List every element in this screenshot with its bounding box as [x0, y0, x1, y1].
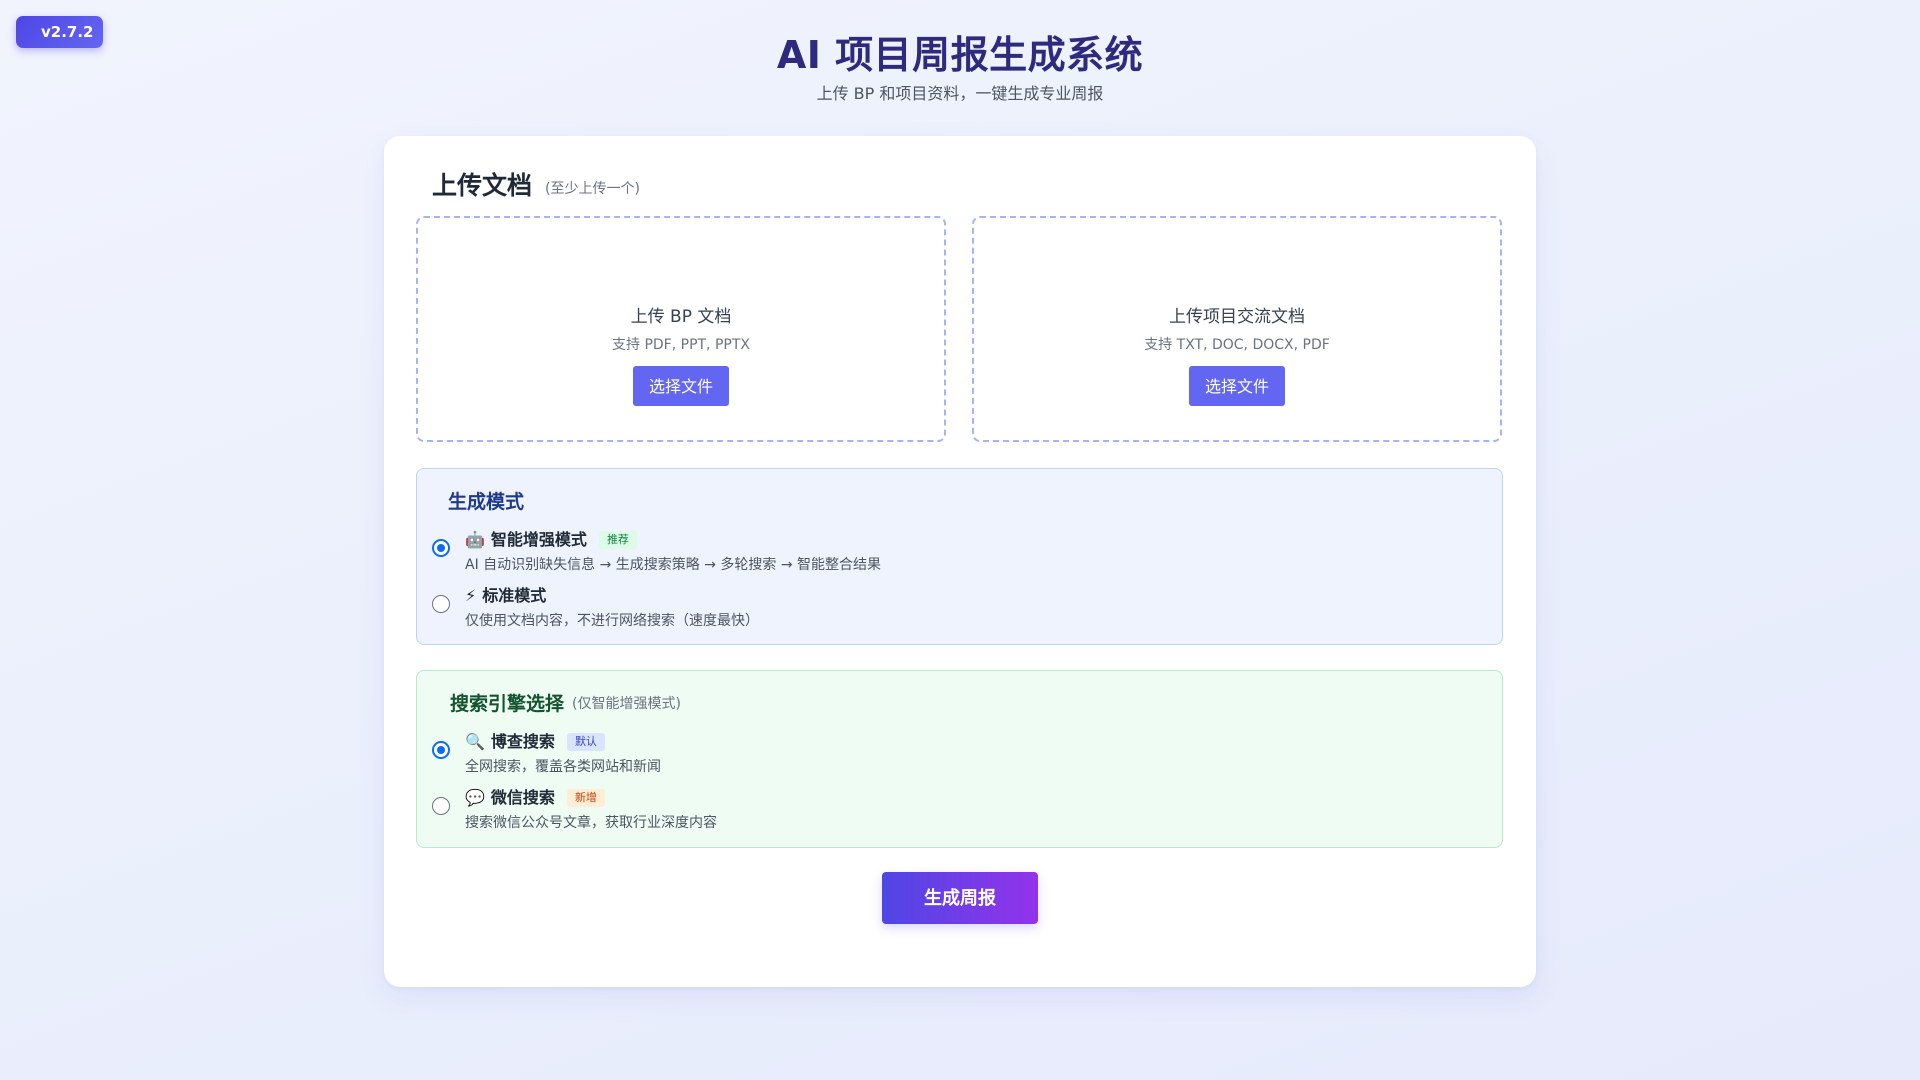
generate-report-button[interactable]: 生成周报	[882, 872, 1038, 924]
search-engine-heading: 搜索引擎选择	[450, 693, 565, 715]
upload-section-hint: (至少上传一个)	[545, 181, 640, 197]
generation-mode-panel: 生成模式 🤖 智能增强模式 推荐 AI 自动识别缺失信息 → 生成搜索策略 → 多轮…	[416, 468, 1503, 645]
wechat-search-label: 微信搜索	[490, 788, 555, 807]
bp-choose-file-button[interactable]: 选择文件	[633, 366, 729, 406]
page-title: AI 项目周报生成系统	[776, 33, 1144, 77]
smart-mode-label: 智能增强模式	[490, 530, 587, 549]
bocha-search-title[interactable]: 🔍 博查搜索 默认	[465, 728, 605, 752]
lightning-icon: ⚡	[465, 586, 477, 605]
standard-mode-description: 仅使用文档内容，不进行网络搜索（速度最快）	[465, 613, 759, 629]
smart-mode-title[interactable]: 🤖 智能增强模式 推荐	[465, 526, 637, 550]
wechat-search-description: 搜索微信公众号文章，获取行业深度内容	[465, 815, 717, 831]
project-doc-upload-formats: 支持 TXT, DOC, DOCX, PDF	[1144, 337, 1330, 353]
wechat-search-title[interactable]: 💬 微信搜索 新增	[465, 784, 605, 808]
speech-bubble-icon: 💬	[465, 788, 485, 807]
robot-icon: 🤖	[465, 530, 485, 549]
upload-section-heading: 上传文档	[432, 171, 533, 200]
search-engine-hint: (仅智能增强模式)	[572, 696, 681, 712]
standard-mode-radio[interactable]	[432, 595, 450, 613]
project-doc-upload-dropzone[interactable]: 上传项目交流文档 支持 TXT, DOC, DOCX, PDF 选择文件	[972, 216, 1502, 442]
generation-mode-heading: 生成模式	[448, 491, 525, 513]
bp-upload-dropzone[interactable]: 上传 BP 文档 支持 PDF, PPT, PPTX 选择文件	[416, 216, 946, 442]
page-subtitle: 上传 BP 和项目资料，一键生成专业周报	[816, 84, 1104, 103]
default-badge: 默认	[566, 733, 605, 751]
project-doc-choose-file-button[interactable]: 选择文件	[1189, 366, 1285, 406]
bocha-search-radio[interactable]	[432, 741, 450, 759]
recommended-badge: 推荐	[598, 531, 637, 549]
new-badge: 新增	[566, 789, 605, 807]
magnifier-icon: 🔍	[465, 732, 485, 751]
project-doc-upload-title: 上传项目交流文档	[1169, 307, 1305, 327]
wechat-search-radio[interactable]	[432, 797, 450, 815]
standard-mode-label: 标准模式	[482, 586, 547, 605]
search-engine-panel: 搜索引擎选择 (仅智能增强模式) 🔍 博查搜索 默认 全网搜索，覆盖各类网站和新闻 …	[416, 670, 1503, 848]
bocha-search-label: 博查搜索	[490, 732, 555, 751]
smart-mode-radio[interactable]	[432, 539, 450, 557]
smart-mode-description: AI 自动识别缺失信息 → 生成搜索策略 → 多轮搜索 → 智能整合结果	[465, 557, 882, 573]
main-card: 上传文档 (至少上传一个) 上传 BP 文档 支持 PDF, PPT, PPTX…	[384, 136, 1536, 987]
bp-upload-title: 上传 BP 文档	[630, 307, 732, 327]
bp-upload-formats: 支持 PDF, PPT, PPTX	[612, 337, 750, 353]
standard-mode-title[interactable]: ⚡ 标准模式	[465, 582, 546, 606]
bocha-search-description: 全网搜索，覆盖各类网站和新闻	[465, 759, 661, 775]
